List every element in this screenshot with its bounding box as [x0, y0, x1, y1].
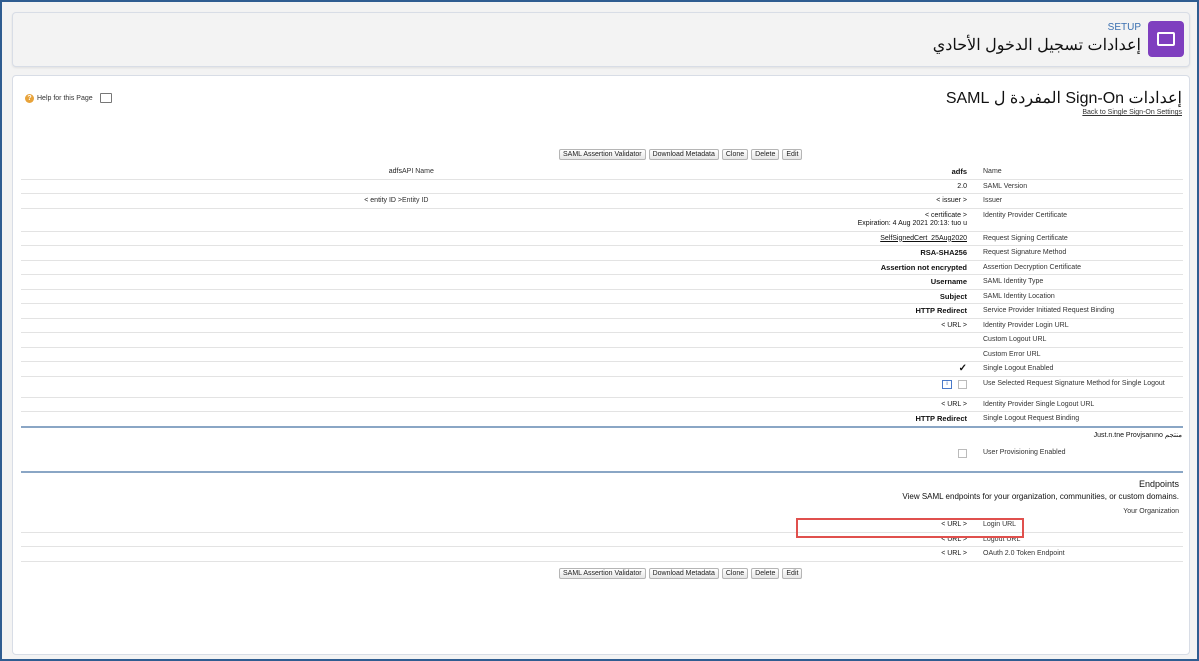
table-row: Request Signature Method RSA-SHA256	[21, 246, 1183, 261]
user-provisioning-label: User Provisioning Enabled	[983, 449, 1066, 456]
endpoints-title: Endpoints	[1138, 479, 1179, 489]
section-divider	[21, 426, 1183, 428]
table-row: Service Provider Initiated Request Bindi…	[21, 304, 1183, 319]
saml-validator-button[interactable]: SAML Assertion Validator	[559, 568, 646, 579]
help-link-label: Help for this Page	[37, 94, 93, 102]
back-link[interactable]: Back to Single Sign-On Settings	[1082, 109, 1182, 116]
section-divider	[21, 471, 1183, 473]
single-logout-binding-value: HTTP Redirect	[915, 414, 967, 423]
use-selected-value: i	[942, 379, 967, 389]
info-icon[interactable]: i	[942, 379, 953, 389]
delete-button[interactable]: Delete	[751, 568, 780, 579]
use-selected-label: Use Selected Request Signature Method fo…	[983, 379, 1165, 387]
setup-eyebrow: SETUP	[1107, 22, 1141, 33]
table-row: SAML Identity Type Username	[21, 275, 1183, 290]
login-url-highlight	[796, 518, 1024, 538]
sp-binding-value: HTTP Redirect	[915, 306, 967, 315]
table-row: Identity Provider Single Logout URL < UR…	[21, 398, 1183, 412]
jit-section-label: Just.n.tne Provjsanıno منتجم	[1093, 432, 1182, 439]
top-button-row: SAML Assertion Validator Download Metada…	[559, 149, 803, 160]
req-sign-cert-label: Request Signing Certificate	[983, 234, 1068, 242]
api-name-value: adfs	[388, 168, 402, 175]
issuer-value: < issuer >	[936, 197, 967, 204]
identity-location-label: SAML Identity Location	[983, 292, 1055, 300]
download-metadata-button[interactable]: Download Metadata	[648, 568, 719, 579]
single-logout-enabled-label: Single Logout Enabled	[983, 365, 1054, 372]
table-row: OAuth 2.0 Token Endpoint < URL >	[21, 547, 1183, 562]
oauth-token-value: < URL >	[941, 550, 967, 557]
setup-header: SETUP إعدادات تسجيل الدخول الأحادي	[12, 12, 1190, 67]
user-provisioning-checkbox[interactable]	[958, 449, 967, 458]
entity-id-label: Entity ID	[402, 197, 429, 204]
table-row: Single Logout Request Binding HTTP Redir…	[21, 412, 1183, 427]
saml-version-label: SAML Version	[983, 182, 1028, 190]
app-frame: SETUP إعدادات تسجيل الدخول الأحادي ? Hel…	[2, 2, 1197, 659]
main-panel: ? Help for this Page إعدادات Sign-On الم…	[12, 75, 1190, 655]
name-value: adfs	[951, 167, 967, 176]
idp-cert-label: Identity Provider Certificate	[983, 211, 1068, 219]
table-row: SAML Identity Location Subject	[21, 290, 1183, 304]
printer-icon[interactable]	[99, 93, 112, 103]
delete-button[interactable]: Delete	[751, 149, 780, 160]
identity-type-value: Username	[930, 277, 967, 286]
endpoints-description: View SAML endpoints for your organizatio…	[902, 492, 1179, 501]
idp-cert-value: < certificate > Expiration: 4 Aug 2021 2…	[858, 212, 967, 228]
oauth-token-label: OAuth 2.0 Token Endpoint	[983, 550, 1065, 557]
table-row: Custom Error URL	[21, 348, 1183, 362]
clone-button[interactable]: Clone	[721, 149, 749, 160]
idp-single-logout-value: < URL >	[941, 400, 967, 408]
help-link[interactable]: ? Help for this Page	[25, 93, 112, 103]
sp-binding-label: Service Provider Initiated Request Bindi…	[983, 307, 1115, 314]
api-name-label: API Name	[402, 168, 434, 175]
entity-id-value: < entity ID >	[364, 197, 402, 204]
table-row: Custom Logout URL	[21, 333, 1183, 348]
use-selected-checkbox[interactable]	[958, 379, 967, 389]
idp-login-label: Identity Provider Login URL	[983, 321, 1069, 329]
issuer-label: Issuer	[983, 197, 1003, 204]
custom-error-label: Custom Error URL	[983, 350, 1041, 358]
table-row: SAML Version 2.0	[21, 180, 1183, 194]
download-metadata-button[interactable]: Download Metadata	[648, 149, 719, 160]
user-provisioning-value	[958, 449, 967, 458]
table-row: User Provisioning Enabled	[21, 446, 1183, 460]
assertion-decrypt-value: Assertion not encrypted	[880, 262, 967, 272]
idp-login-value: < URL >	[941, 321, 967, 329]
setup-title: إعدادات تسجيل الدخول الأحادي	[932, 37, 1141, 54]
help-icon: ?	[25, 93, 34, 103]
req-sig-method-label: Request Signature Method	[983, 249, 1067, 256]
check-icon: ✓	[958, 363, 967, 374]
name-label: Name	[983, 168, 1002, 175]
identity-location-value: Subject	[939, 291, 967, 301]
bottom-button-row: SAML Assertion Validator Download Metada…	[559, 568, 803, 579]
idp-cert-expiration: Expiration: 4 Aug 2021 20:13: tuo u	[857, 219, 967, 227]
table-row: Issuer < issuer > Entity ID < entity ID …	[21, 194, 1183, 209]
table-row: Request Signing Certificate SelfSignedCe…	[21, 232, 1183, 246]
page-title: إعدادات Sign-On المفردة ل SAML	[945, 90, 1182, 107]
identity-type-label: SAML Identity Type	[983, 278, 1044, 285]
idp-cert-text: < certificate >	[924, 211, 967, 219]
table-row: Single Logout Enabled ✓	[21, 362, 1183, 377]
single-logout-binding-label: Single Logout Request Binding	[983, 415, 1080, 422]
saml-version-value: 2.0	[957, 182, 967, 190]
your-organization-label: Your Organization	[1123, 508, 1179, 515]
table-row: Identity Provider Certificate < certific…	[21, 209, 1183, 232]
req-sig-method-value: RSA-SHA256	[920, 248, 967, 257]
table-row: Use Selected Request Signature Method fo…	[21, 377, 1183, 398]
detail-table: Name adfs API Name adfs SAML Version 2.0…	[21, 165, 1183, 427]
table-row: Assertion Decryption Certificate Asserti…	[21, 261, 1183, 275]
setup-card-icon	[1148, 21, 1184, 57]
clone-button[interactable]: Clone	[721, 568, 749, 579]
table-row: Name adfs API Name adfs	[21, 165, 1183, 180]
req-sign-cert-link[interactable]: SelfSignedCert_25Aug2020	[880, 235, 967, 243]
edit-button[interactable]: Edit	[782, 149, 803, 160]
custom-logout-label: Custom Logout URL	[983, 336, 1047, 343]
table-row: Identity Provider Login URL < URL >	[21, 319, 1183, 333]
saml-validator-button[interactable]: SAML Assertion Validator	[559, 149, 646, 160]
assertion-decrypt-label: Assertion Decryption Certificate	[983, 263, 1082, 271]
idp-single-logout-label: Identity Provider Single Logout URL	[983, 400, 1095, 408]
edit-button[interactable]: Edit	[782, 568, 803, 579]
